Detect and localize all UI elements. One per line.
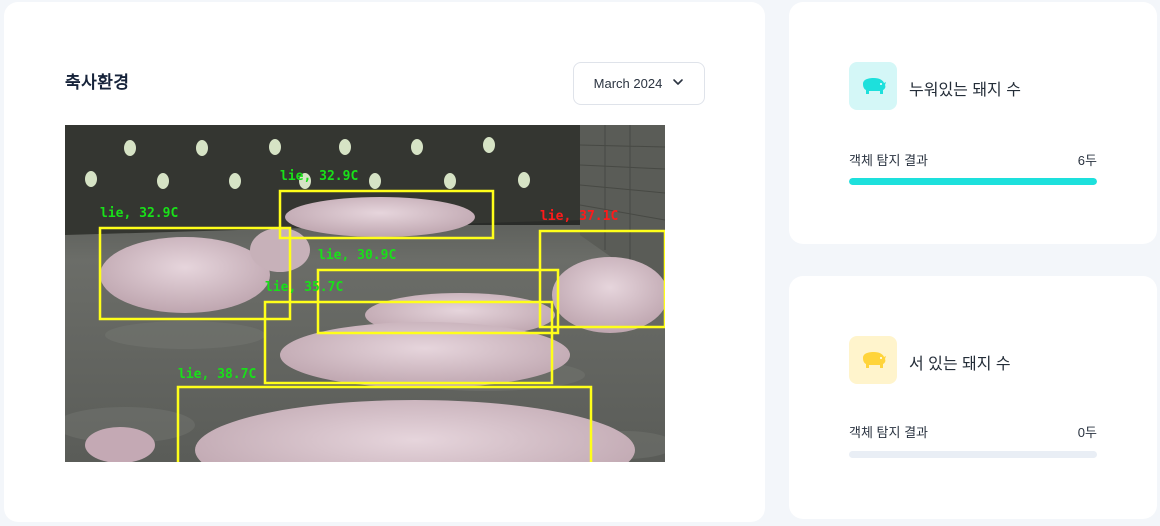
result-label: 객체 탐지 결과 bbox=[849, 425, 928, 440]
pig-icon bbox=[849, 62, 897, 110]
page-title: 축사환경 bbox=[65, 73, 130, 92]
detection-label: lie, 37.1C bbox=[540, 209, 619, 224]
camera-feed: lie, 32.9C lie, 32.9C lie, 37.1C lie, 30… bbox=[65, 125, 665, 462]
detection-label: lie, 35.7C bbox=[265, 280, 344, 295]
result-value: 6두 bbox=[1077, 153, 1097, 168]
barn-image bbox=[65, 125, 665, 462]
progress-track bbox=[849, 178, 1097, 185]
lying-pigs-card: 누워있는 돼지 수 객체 탐지 결과 6두 bbox=[789, 2, 1157, 244]
chevron-down-icon bbox=[672, 76, 684, 91]
month-select[interactable]: March 2024 bbox=[573, 62, 705, 105]
progress-track bbox=[849, 451, 1097, 458]
standing-pigs-title: 서 있는 돼지 수 bbox=[909, 356, 1011, 373]
result-value: 0두 bbox=[1077, 425, 1097, 440]
detection-label: lie, 30.9C bbox=[318, 248, 397, 263]
standing-pigs-card: 서 있는 돼지 수 객체 탐지 결과 0두 bbox=[789, 276, 1157, 519]
barn-environment-card: 축사환경 March 2024 lie, 32.9C lie, 32.9C li… bbox=[4, 2, 765, 522]
detection-label: lie, 32.9C bbox=[100, 206, 179, 221]
progress-fill bbox=[849, 178, 1097, 185]
result-label: 객체 탐지 결과 bbox=[849, 153, 928, 168]
detection-label: lie, 32.9C bbox=[280, 169, 359, 184]
detection-label: lie, 38.7C bbox=[178, 367, 257, 382]
lying-pigs-title: 누워있는 돼지 수 bbox=[909, 82, 1021, 99]
pig-icon bbox=[849, 336, 897, 384]
month-select-value: March 2024 bbox=[593, 76, 663, 91]
